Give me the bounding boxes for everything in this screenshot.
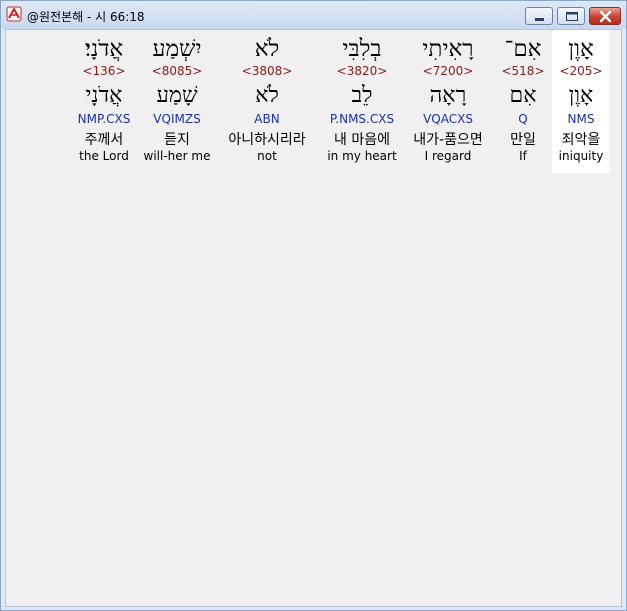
korean-gloss: 만일 <box>510 132 536 148</box>
hebrew-word: אָוֶן <box>568 36 594 62</box>
hebrew-lexeme: לֹא <box>255 83 279 108</box>
window-title: @원전본해 - 시 66:18 <box>27 10 145 24</box>
english-gloss: not <box>257 149 277 163</box>
word-column[interactable]: אִם־ <518> אִם Q 만일 If <box>496 30 550 173</box>
english-gloss: If <box>519 149 527 163</box>
hebrew-word: יִשְׁמַע <box>152 36 202 62</box>
strong-number-link[interactable]: <3808> <box>220 64 314 78</box>
parsing-code: Q <box>518 112 528 126</box>
strong-number-link[interactable]: <205> <box>552 64 610 78</box>
korean-gloss: 듣지 <box>164 132 190 148</box>
maximize-icon <box>566 12 578 21</box>
english-gloss: in my heart <box>327 149 397 163</box>
korean-gloss: 죄악을 <box>561 132 601 148</box>
word-column[interactable]: בְלִבִּי <3820> לֵב P.NMS.CXS 내 마음에 in m… <box>320 30 404 173</box>
strong-number-link[interactable]: <136> <box>72 64 136 78</box>
hebrew-lexeme: לֵב <box>351 83 373 108</box>
hebrew-lexeme: שָׁמַע <box>156 83 198 108</box>
minimize-button[interactable] <box>525 7 553 25</box>
parsing-code: NMS <box>567 112 595 126</box>
hebrew-word: רָאִיתִי <box>422 36 474 62</box>
hebrew-lexeme: אֲדֹנָי <box>85 83 123 108</box>
english-gloss: I regard <box>424 149 472 163</box>
app-window: @원전본해 - 시 66:18 אֲדֹנָי׃ <136> אֲדֹנָי N… <box>0 0 627 611</box>
english-gloss: will-her me <box>143 149 211 163</box>
word-column[interactable]: יִשְׁמַע <8085> שָׁמַע VQIMZS 듣지 will-he… <box>140 30 214 173</box>
hebrew-lexeme: רָאָה <box>429 83 467 108</box>
close-button[interactable] <box>589 7 621 25</box>
hebrew-lexeme: אָוֶן <box>568 83 594 108</box>
english-gloss: iniquity <box>558 149 604 163</box>
hebrew-word: אֲדֹנָי׃ <box>84 36 124 62</box>
hebrew-word: אִם־ <box>504 36 542 62</box>
parsing-code: P.NMS.CXS <box>329 112 395 126</box>
minimize-icon <box>535 18 544 21</box>
title-bar[interactable]: @원전본해 - 시 66:18 <box>1 1 626 29</box>
word-column[interactable]: רָאִיתִי <7200> רָאָה VQACXS 내가-품으면 I re… <box>406 30 490 173</box>
strong-number-link[interactable]: <3820> <box>320 64 404 78</box>
korean-gloss: 내 마음에 <box>334 132 390 148</box>
strong-number-link[interactable]: <518> <box>496 64 550 78</box>
hebrew-word: בְלִבִּי <box>342 36 382 62</box>
korean-gloss: 내가-품으면 <box>413 132 483 148</box>
parsing-code: VQIMZS <box>153 112 201 126</box>
word-column[interactable]: לֹא <3808> לֹא ABN 아니하시리라 not <box>220 30 314 173</box>
app-logo-icon <box>6 6 22 22</box>
korean-gloss: 주께서 <box>84 132 124 148</box>
word-column[interactable]: אֲדֹנָי׃ <136> אֲדֹנָי NMP.CXS 주께서 the L… <box>72 30 136 173</box>
maximize-button[interactable] <box>557 7 585 25</box>
strong-number-link[interactable]: <7200> <box>406 64 490 78</box>
close-icon <box>599 10 612 23</box>
parsing-code: NMP.CXS <box>77 112 131 126</box>
word-column-selected[interactable]: אָוֶן <205> אָוֶן NMS 죄악을 iniquity <box>552 30 610 173</box>
korean-gloss: 아니하시리라 <box>228 132 306 148</box>
english-gloss: the Lord <box>79 149 129 163</box>
interlinear-panel[interactable]: אֲדֹנָי׃ <136> אֲדֹנָי NMP.CXS 주께서 the L… <box>5 29 622 607</box>
hebrew-lexeme: אִם <box>509 83 537 108</box>
hebrew-word: לֹא <box>254 36 280 62</box>
parsing-code: VQACXS <box>423 112 473 126</box>
strong-number-link[interactable]: <8085> <box>140 64 214 78</box>
parsing-code: ABN <box>254 112 280 126</box>
